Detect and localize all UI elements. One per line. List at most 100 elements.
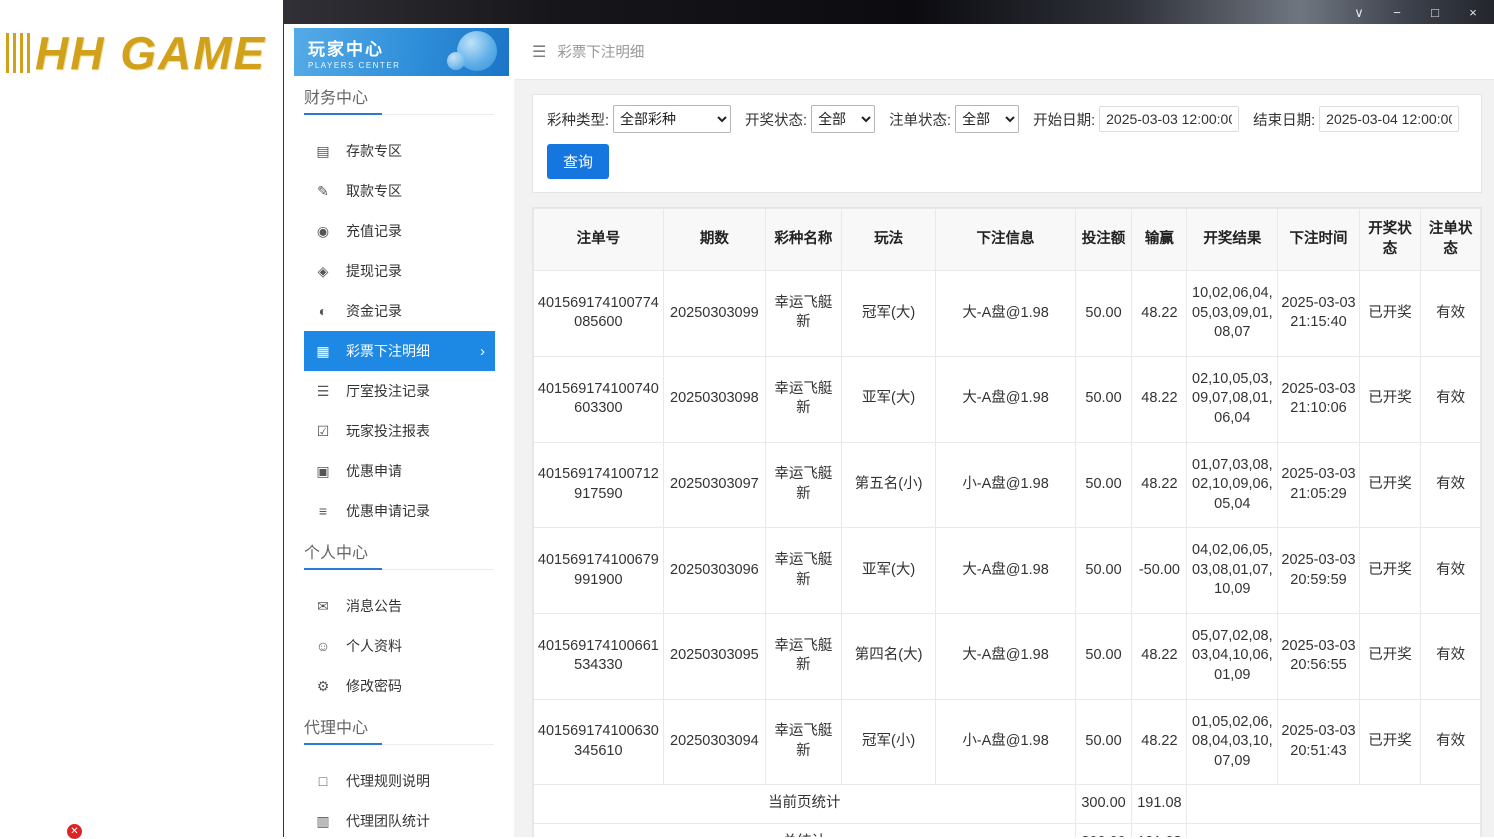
table-cell: 大-A盘@1.98: [935, 612, 1076, 700]
table-header-cell: 玩法: [840, 207, 937, 272]
table-header-cell: 下注时间: [1277, 207, 1360, 272]
sidebar-item-label: 玩家投注报表: [346, 423, 430, 439]
bell-icon: ✉: [317, 597, 329, 614]
sidebar-item-label: 代理团队统计: [346, 813, 430, 829]
table-cell: 401569174100679991900: [533, 527, 664, 614]
table-cell: 20250303096: [662, 527, 767, 614]
table-cell: 2025-03-03 20:59:59: [1277, 527, 1360, 614]
logo-bars-decoration: [6, 33, 32, 73]
page-title: 彩票下注明细: [557, 45, 645, 61]
bet-table-panel: 注单号 期数 彩种名称 玩法 下注信息 投注额 输赢 开奖结果 下注时间 开奖状态 注单状态 401…: [532, 207, 1482, 837]
sidebar-item-promo-apply-records[interactable]: ≡ 优惠申请记录: [304, 491, 495, 531]
table-cell: 幸运飞艇新: [765, 527, 842, 614]
sidebar-item-withdrawal-records[interactable]: ◈ 提现记录: [304, 251, 495, 291]
table-cell: 大-A盘@1.98: [935, 527, 1076, 614]
sidebar-item-agent-rules[interactable]: □ 代理规则说明: [304, 761, 495, 801]
draw-status-label: 开奖状态:: [745, 112, 808, 129]
sidebar-item-promo-apply[interactable]: ▣ 优惠申请: [304, 451, 495, 491]
summary-label: 总统计: [533, 822, 1076, 837]
maximize-button[interactable]: □: [1428, 6, 1442, 19]
sidebar-item-recharge-records[interactable]: ◉ 充值记录: [304, 211, 495, 251]
sidebar-item-deposit-zone[interactable]: ▤ 存款专区: [304, 131, 495, 171]
table-cell: 04,02,06,05,03,08,01,07,10,09: [1186, 527, 1279, 614]
table-cell: 401569174100712917590: [533, 441, 664, 529]
lottery-detail-icon: ▦: [316, 342, 330, 359]
lottery-type-select[interactable]: 全部彩种: [613, 105, 732, 133]
window-titlebar: ∨ − □ ×: [284, 0, 1494, 24]
table-cell: 48.22: [1131, 270, 1188, 357]
lottery-type-label: 彩种类型:: [547, 112, 610, 129]
menu-icon[interactable]: ☰: [532, 42, 546, 62]
table-cell: 亚军(大): [840, 355, 937, 443]
sidebar-item-agent-team[interactable]: ▥ 代理团队统计: [304, 801, 495, 837]
table-header-cell: 开奖结果: [1186, 207, 1279, 272]
sidebar-item-label: 厅室投注记录: [346, 383, 430, 399]
table-cell: 小-A盘@1.98: [935, 441, 1076, 529]
close-button[interactable]: ×: [1466, 6, 1480, 19]
filter-panel: 彩种类型: 全部彩种 开奖状态: 全部 注单状态: 全部 开始日期: 2025-…: [532, 94, 1482, 193]
sidebar-section-title: 代理中心: [304, 714, 494, 745]
sidebar-item-lottery-bet-details[interactable]: ▦ 彩票下注明细 ›: [304, 331, 495, 371]
table-row: 401569174100740603300 20250303098 幸运飞艇新 亚军(…: [533, 355, 1481, 443]
content-area: 彩种类型: 全部彩种 开奖状态: 全部 注单状态: 全部 开始日期: 2025-…: [514, 80, 1494, 837]
sidebar-nav: 财务中心 ▤ 存款专区 ✎ 取款专区 ◉ 充值记录 ◈ 提现记录 ◐ 资金记录 ▦ 彩票下注明细 › ☰ 厅室…: [284, 84, 514, 837]
stats-icon: ▥: [316, 812, 330, 829]
table-cell: 有效: [1420, 698, 1481, 786]
summary-bet-total: 300.00: [1074, 822, 1133, 837]
sidebar-item-player-bet-report[interactable]: ☑ 玩家投注报表: [304, 411, 495, 451]
search-button[interactable]: 查询: [547, 144, 610, 179]
table-row: 401569174100774085600 20250303099 幸运飞艇新 冠军(…: [533, 270, 1481, 357]
ball-decoration-small: [447, 52, 465, 70]
promo-apply-icon: ▣: [316, 462, 330, 479]
table-header-cell: 开奖状态: [1358, 207, 1422, 272]
recharge-record-icon: ◉: [316, 222, 330, 239]
table-cell: 50.00: [1074, 527, 1133, 614]
logo-text: HH GAME: [35, 27, 267, 79]
table-header-row: 注单号 期数 彩种名称 玩法 下注信息 投注额 输赢 开奖结果 下注时间 开奖状态 注单状态: [533, 207, 1481, 272]
table-cell: 02,10,05,03,09,07,08,01,06,04: [1186, 355, 1279, 443]
sidebar-item-funds-records[interactable]: ◐ 资金记录: [304, 291, 495, 331]
chevron-right-icon: ›: [480, 342, 485, 360]
table-cell: 已开奖: [1358, 698, 1422, 786]
sidebar-item-messages[interactable]: ✉ 消息公告: [304, 586, 495, 626]
table-cell: 20250303097: [662, 441, 767, 529]
table-cell: 大-A盘@1.98: [935, 270, 1076, 357]
titlebar-chevron-down-icon[interactable]: ∨: [1352, 6, 1366, 19]
bet-status-select[interactable]: 全部: [955, 105, 1020, 133]
summary-label: 当前页统计: [533, 784, 1076, 824]
report-icon: ☑: [316, 422, 330, 439]
sidebar-item-hall-bet-records[interactable]: ☰ 厅室投注记录: [304, 371, 495, 411]
table-header-cell: 彩种名称: [765, 207, 842, 272]
sidebar-header: 玩家中心 PLAYERS CENTER: [294, 28, 509, 76]
withdrawal-record-icon: ◈: [317, 262, 329, 279]
end-date-input[interactable]: [1319, 106, 1460, 132]
sidebar-section-title: 财务中心: [304, 84, 494, 115]
table-cell: 2025-03-03 20:56:55: [1277, 612, 1360, 700]
withdraw-icon: ✎: [317, 182, 329, 199]
summary-bet-total: 300.00: [1074, 784, 1133, 824]
sidebar-item-profile[interactable]: ☺ 个人资料: [304, 626, 495, 666]
table-cell: 第四名(大): [840, 612, 937, 700]
table-cell: 20250303098: [662, 355, 767, 443]
table-cell: 有效: [1420, 355, 1481, 443]
gear-icon: ⚙: [316, 677, 330, 694]
start-date-input[interactable]: [1099, 106, 1240, 132]
sidebar-item-label: 优惠申请: [346, 463, 402, 479]
table-cell: 2025-03-03 21:10:06: [1277, 355, 1360, 443]
sidebar: 玩家中心 PLAYERS CENTER 财务中心 ▤ 存款专区 ✎ 取款专区 ◉ 充值记录 ◈…: [284, 24, 514, 837]
table-cell: 48.22: [1131, 612, 1188, 700]
sidebar-item-label: 存款专区: [346, 143, 402, 159]
table-cell: 幸运飞艇新: [765, 612, 842, 700]
draw-status-select[interactable]: 全部: [811, 105, 876, 133]
table-row: 401569174100712917590 20250303097 幸运飞艇新 第五名…: [533, 441, 1481, 529]
table-cell: 50.00: [1074, 441, 1133, 529]
table-cell: 有效: [1420, 441, 1481, 529]
main-area: ☰ 彩票下注明细 彩种类型: 全部彩种 开奖状态: 全部 注单状态: 全部 开始…: [514, 24, 1494, 837]
sidebar-item-withdraw-zone[interactable]: ✎ 取款专区: [304, 171, 495, 211]
table-cell: 01,07,03,08,02,10,09,06,05,04: [1186, 441, 1279, 529]
table-cell: 幸运飞艇新: [765, 441, 842, 529]
table-row: 401569174100679991900 20250303096 幸运飞艇新 亚军(…: [533, 527, 1481, 614]
sidebar-item-change-password[interactable]: ⚙ 修改密码: [304, 666, 495, 706]
summary-empty: [1186, 822, 1481, 837]
minimize-button[interactable]: −: [1390, 6, 1404, 19]
